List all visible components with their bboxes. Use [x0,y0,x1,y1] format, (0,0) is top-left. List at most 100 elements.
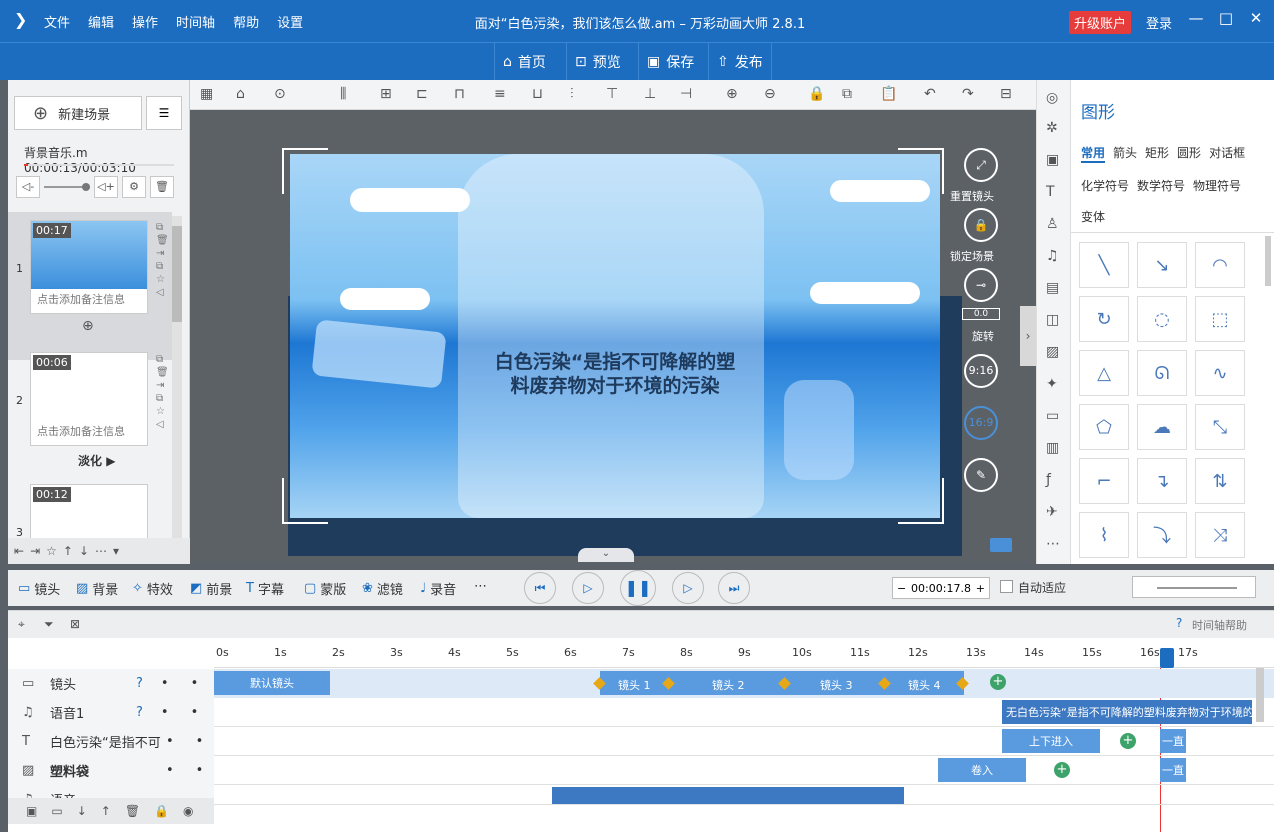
more-icon[interactable]: ⊙ [274,86,286,102]
tab-subtitle[interactable]: T 字幕 [246,579,284,598]
clear-filter-icon[interactable]: ⊠ [70,617,80,631]
tab-camera[interactable]: ▭ 镜头 [18,579,60,598]
add-animation-icon[interactable]: + [1054,762,1070,778]
delete-icon[interactable]: 🗑 [125,804,140,818]
rotate-value[interactable]: 0.0 [962,308,1000,320]
dot-icon[interactable]: • [161,705,169,720]
lock-icon[interactable]: 🔒 [154,804,169,818]
help-icon[interactable]: ? [136,676,143,691]
folder-icon[interactable]: ▭ [1046,408,1059,424]
copy-icon[interactable]: ⧉ [156,354,169,365]
align-top-icon[interactable]: ⊓ [454,86,465,102]
audio-settings-icon[interactable]: ⚙ [122,176,146,198]
polygon-shape[interactable]: ⬠ [1079,404,1129,450]
dot-icon[interactable]: • [191,705,199,720]
transition-label[interactable]: 淡化 ▶ [78,452,115,469]
new-scene-button[interactable]: ⊕ 新建场景 [14,96,142,130]
character-icon[interactable]: ♙ [1046,216,1059,232]
align-icon[interactable]: ⊞ [380,86,392,102]
dot-icon[interactable]: • [166,763,174,778]
default-camera-clip[interactable]: 默认镜头 [214,671,330,695]
timeline-help-link[interactable]: 时间轴帮助 [1192,617,1247,633]
track-header[interactable]: ▭ 镜头? • • [8,669,214,698]
visibility-icon[interactable]: ◉ [183,804,193,818]
duplicate-icon[interactable]: ⧉ [156,261,169,272]
tab-dialog[interactable]: 对话框 [1209,144,1245,163]
scene-thumbnail-2[interactable]: 00:06 点击添加备注信息 [30,352,148,446]
export-icon[interactable]: ⇥ [156,248,169,259]
copy-icon[interactable]: ⧉ [842,86,852,102]
align-left-icon[interactable]: ⊏ [416,86,428,102]
upgrade-account-button[interactable]: 升级账户 [1069,11,1132,34]
scrollbar-thumb[interactable] [172,226,182,322]
star-icon[interactable]: ☆ [156,406,169,417]
dot-icon[interactable]: • [196,763,204,778]
squiggle-shape[interactable]: ᘏ [1137,350,1187,396]
scroll-down-icon[interactable]: ▾ [113,544,119,558]
expand-timeline-icon[interactable]: ⌄ [578,548,634,562]
collapse-panel-icon[interactable]: › [1020,306,1036,366]
arrow-line-shape[interactable]: ↘ [1137,242,1187,288]
move-down-icon[interactable]: ↓ [77,804,87,818]
delete-icon[interactable]: 🗑 [156,367,169,378]
export-icon[interactable]: ⇥ [30,544,40,558]
tab-circle[interactable]: 圆形 [1177,144,1201,163]
save-button[interactable]: ▣ 保存 [638,43,702,80]
tab-common[interactable]: 常用 [1081,144,1106,163]
add-animation-icon[interactable]: + [1120,733,1136,749]
prev-scene-icon[interactable]: ⏮ [524,572,556,604]
timecode-value[interactable]: 00:00:17.8 [911,582,971,595]
music-icon[interactable]: ♫ [1046,248,1059,264]
auto-fit-checkbox[interactable] [1000,580,1013,593]
image-icon[interactable]: ▣ [1046,152,1059,168]
tab-foreground[interactable]: ◩ 前景 [190,579,232,598]
volume-up-icon[interactable]: ◁+ [94,176,118,198]
duplicate-icon[interactable]: ⧉ [156,393,169,404]
tab-record[interactable]: ♩ 录音 [420,579,456,598]
add-keyframe-icon[interactable]: + [990,674,1006,690]
preview-button[interactable]: ⊡ 预览 [566,43,629,80]
magic-icon[interactable]: ✦ [1046,376,1058,392]
login-button[interactable]: 登录 [1146,13,1172,32]
menu-file[interactable]: 文件 [44,12,70,31]
tab-background[interactable]: ▨ 背景 [76,579,118,598]
align-right-icon[interactable]: ≡ [494,86,506,102]
distribute-h-icon[interactable]: ⫶ [570,86,574,102]
tab-physics[interactable]: 物理符号 [1193,177,1241,194]
dot-icon[interactable]: • [166,734,174,749]
history-icon[interactable]: ⊟ [1000,86,1012,102]
roll-in-clip[interactable]: 卷入 [938,758,1026,782]
dot-icon[interactable]: • [161,676,169,691]
menu-help[interactable]: 帮助 [233,12,259,31]
playhead-handle[interactable] [1160,648,1174,668]
locate-icon[interactable]: ⌖ [18,617,25,632]
home-icon[interactable]: ⌂ [236,86,245,102]
formula-icon[interactable]: ƒ [1046,472,1051,488]
text-icon[interactable]: T [1046,184,1055,200]
tab-chem[interactable]: 化学符号 [1081,177,1129,194]
film-icon[interactable]: ▥ [1046,440,1059,456]
star-icon[interactable]: ☆ [156,274,169,285]
star-icon[interactable]: ☆ [46,544,57,558]
caption-text[interactable]: 白色污染“是指不可降解的塑 料废弃物对于环境的污染 [470,350,760,398]
move-down-icon[interactable]: ↓ [79,544,89,558]
track-header[interactable]: ♫ 语音1? • • [8,698,214,727]
pause-icon[interactable]: ❚❚ [620,570,656,606]
dot-icon[interactable]: • [196,734,204,749]
more-tabs-icon[interactable]: ⋯ [474,579,487,594]
enter-animation-clip[interactable]: 上下进入 [1002,729,1100,753]
align-bottom-icon[interactable]: ⊔ [532,86,543,102]
menu-operate[interactable]: 操作 [132,12,158,31]
rotate-dial-icon[interactable]: ⊸ [964,268,998,302]
play-scene-icon[interactable]: ▷ [572,572,604,604]
arc-shape[interactable]: ◠ [1195,242,1245,288]
keyboard-icon[interactable] [990,538,1012,552]
volume-slider[interactable] [44,183,90,191]
play-from-here-icon[interactable]: ▷ [672,572,704,604]
redo-icon[interactable]: ↷ [962,86,974,102]
minimize-icon[interactable]: — [1184,9,1208,27]
publish-button[interactable]: ⇧ 发布 [708,43,772,80]
next-scene-icon[interactable]: ⏭ [718,572,750,604]
menu-edit[interactable]: 编辑 [88,12,114,31]
timecode-stepper[interactable]: −00:00:17.8 + [892,577,990,599]
